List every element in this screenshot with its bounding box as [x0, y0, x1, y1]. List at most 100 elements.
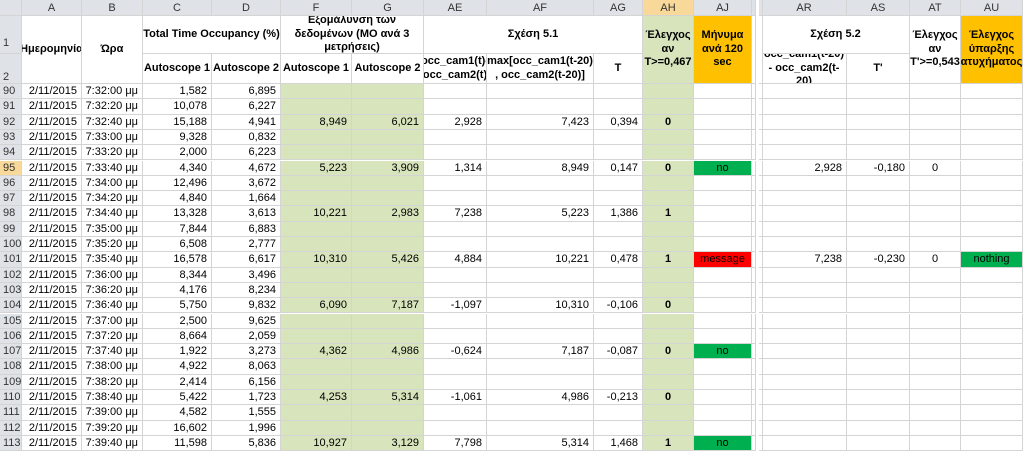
cell-ag[interactable] [594, 99, 643, 115]
cell-d[interactable]: 6,223 [212, 145, 281, 161]
cell-f[interactable] [281, 175, 352, 192]
cell-g[interactable]: 3,909 [352, 160, 424, 176]
cell-ah[interactable]: 1 [643, 252, 694, 268]
cell-at[interactable] [910, 359, 961, 375]
cell-date[interactable]: 2/11/2015 [22, 420, 82, 436]
cell-time[interactable]: 7:35:40 μμ [82, 252, 143, 268]
cell-au[interactable] [961, 129, 1023, 146]
cell-date[interactable]: 2/11/2015 [22, 435, 82, 452]
cell-ah[interactable] [643, 420, 694, 436]
cell-ag[interactable]: 1,468 [594, 435, 643, 452]
cell-d[interactable]: 4,941 [212, 114, 281, 130]
cell-ar[interactable] [762, 175, 847, 192]
cell-g[interactable]: 2,983 [352, 206, 424, 222]
cell-ae[interactable] [424, 145, 487, 161]
cell-ae[interactable] [424, 420, 487, 436]
cell-c[interactable]: 11,598 [143, 435, 212, 452]
cell-as[interactable] [847, 282, 910, 299]
cell-au[interactable] [961, 191, 1023, 207]
cell-g[interactable] [352, 84, 424, 100]
cell-af[interactable]: 8,949 [487, 160, 594, 176]
cell-ag[interactable] [594, 420, 643, 436]
cell-ah[interactable]: 0 [643, 390, 694, 406]
cell-ae[interactable]: 2,928 [424, 114, 487, 130]
cell-time[interactable]: 7:38:40 μμ [82, 390, 143, 406]
row-header[interactable]: 97 [0, 191, 22, 207]
cell-ag[interactable] [594, 221, 643, 237]
cell-ah[interactable]: 1 [643, 435, 694, 452]
cell-ae[interactable]: 7,798 [424, 435, 487, 452]
message-badge[interactable]: no [694, 435, 752, 452]
cell-c[interactable]: 2,414 [143, 374, 212, 390]
cell-af[interactable]: 5,223 [487, 206, 594, 222]
cell-date[interactable]: 2/11/2015 [22, 175, 82, 192]
cell-as[interactable] [847, 390, 910, 406]
cell-au[interactable] [961, 145, 1023, 161]
cell-f[interactable] [281, 191, 352, 207]
select-all-corner[interactable] [0, 0, 22, 16]
cell-ag[interactable] [594, 374, 643, 390]
column-header-d[interactable]: D [212, 0, 281, 16]
row-header-1[interactable]: 1 [0, 16, 22, 54]
cell-d[interactable]: 3,273 [212, 344, 281, 360]
cell-ae[interactable]: -1,061 [424, 390, 487, 406]
cell-ar[interactable] [762, 390, 847, 406]
cell-au[interactable] [961, 298, 1023, 314]
cell-ar[interactable] [762, 374, 847, 390]
cell-ar[interactable] [762, 328, 847, 345]
cell-aj[interactable] [694, 191, 752, 207]
cell-at[interactable] [910, 191, 961, 207]
row-header[interactable]: 109 [0, 374, 22, 390]
cell-au[interactable] [961, 420, 1023, 436]
cell-d[interactable]: 6,883 [212, 221, 281, 237]
row-header[interactable]: 112 [0, 420, 22, 436]
cell-ar[interactable] [762, 145, 847, 161]
column-header-a[interactable]: A [22, 0, 82, 16]
cell-as[interactable] [847, 344, 910, 360]
cell-ar[interactable] [762, 282, 847, 299]
cell-ae[interactable]: -1,097 [424, 298, 487, 314]
cell-as[interactable] [847, 84, 910, 100]
message-badge[interactable]: no [694, 344, 752, 360]
row-header[interactable]: 103 [0, 282, 22, 299]
cell-af[interactable] [487, 405, 594, 421]
cell-ah[interactable] [643, 221, 694, 237]
cell-g[interactable] [352, 420, 424, 436]
cell-aj[interactable] [694, 298, 752, 314]
cell-g[interactable]: 4,986 [352, 344, 424, 360]
cell-c[interactable]: 7,844 [143, 221, 212, 237]
cell-at[interactable] [910, 221, 961, 237]
cell-c[interactable]: 12,496 [143, 175, 212, 192]
cell-af[interactable] [487, 328, 594, 345]
cell-date[interactable]: 2/11/2015 [22, 390, 82, 406]
cell-af[interactable] [487, 145, 594, 161]
cell-f[interactable]: 8,949 [281, 114, 352, 130]
cell-g[interactable] [352, 328, 424, 345]
cell-as[interactable] [847, 175, 910, 192]
cell-ah[interactable]: 0 [643, 298, 694, 314]
row-header[interactable]: 100 [0, 237, 22, 253]
cell-as[interactable] [847, 221, 910, 237]
cell-d[interactable]: 2,777 [212, 237, 281, 253]
cell-at[interactable] [910, 145, 961, 161]
spreadsheet-grid[interactable]: A B C D F G AE AF AG AH AJ AR AS AT AU 1 2 Ημερομηνία Ώρα T… [0, 0, 1023, 452]
cell-date[interactable]: 2/11/2015 [22, 405, 82, 421]
cell-time[interactable]: 7:39:40 μμ [82, 435, 143, 452]
cell-g[interactable] [352, 374, 424, 390]
cell-date[interactable]: 2/11/2015 [22, 221, 82, 237]
cell-c[interactable]: 16,578 [143, 252, 212, 268]
cell-ah[interactable]: 1 [643, 206, 694, 222]
cell-date[interactable]: 2/11/2015 [22, 129, 82, 146]
cell-at[interactable]: 0 [910, 252, 961, 268]
cell-d[interactable]: 3,496 [212, 267, 281, 283]
cell-d[interactable]: 2,059 [212, 328, 281, 345]
cell-ah[interactable] [643, 145, 694, 161]
cell-af[interactable] [487, 374, 594, 390]
row-header[interactable]: 106 [0, 328, 22, 345]
cell-date[interactable]: 2/11/2015 [22, 344, 82, 360]
cell-au[interactable] [961, 99, 1023, 115]
cell-aj[interactable] [694, 313, 752, 329]
cell-at[interactable] [910, 390, 961, 406]
cell-c[interactable]: 15,188 [143, 114, 212, 130]
cell-au[interactable] [961, 237, 1023, 253]
